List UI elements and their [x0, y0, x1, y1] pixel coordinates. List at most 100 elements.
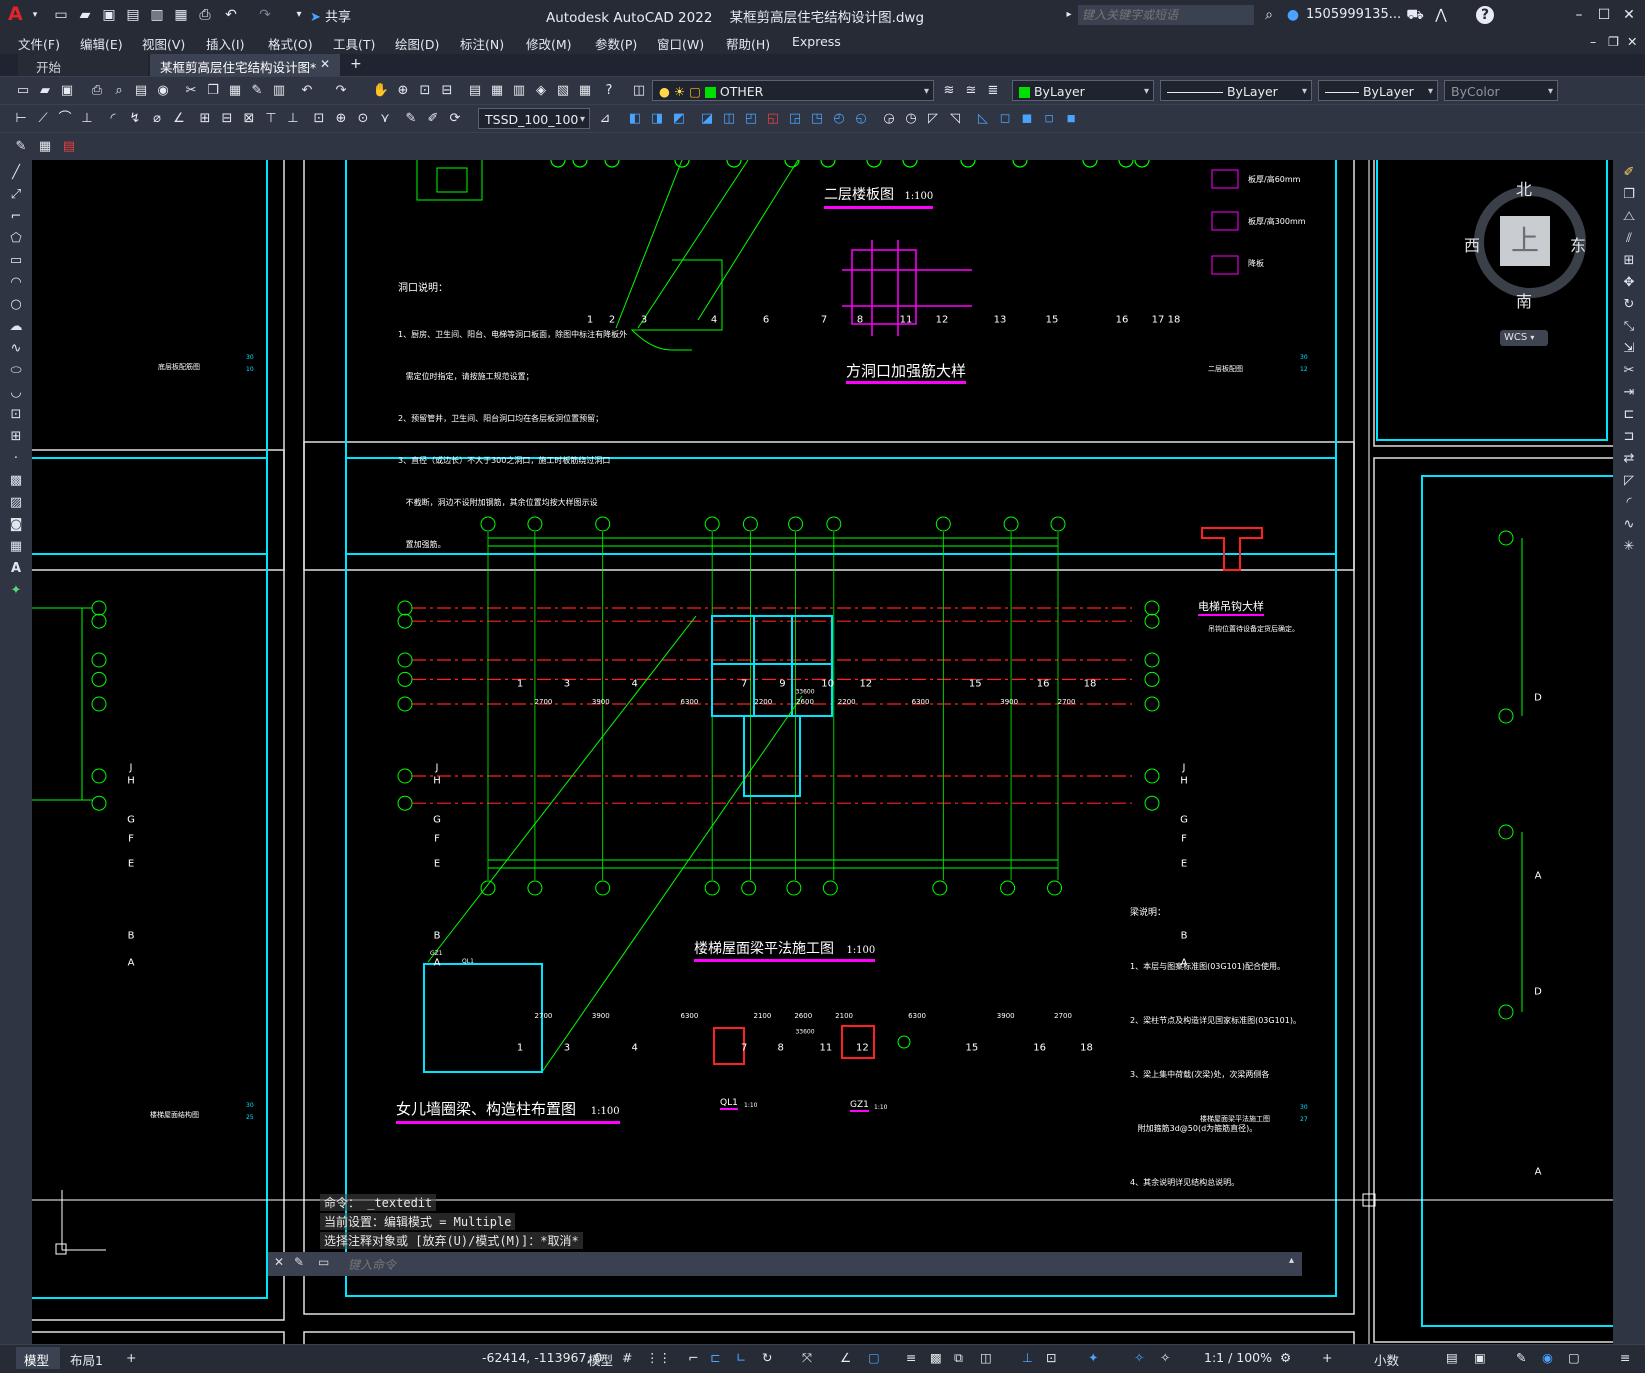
menu-draw[interactable]: 绘图(D) — [395, 34, 439, 53]
multiline-text-icon[interactable]: A — [7, 560, 25, 578]
jogged-icon[interactable]: ↯ — [126, 110, 144, 128]
linetype-dropdown[interactable]: ByLayer ▾ — [1160, 80, 1312, 101]
dimension-text-edit-icon[interactable]: ✐ — [424, 110, 442, 128]
autodesk-a360-icon[interactable]: ⋀ — [1432, 6, 1450, 24]
make-current-layer-icon[interactable]: ≋ — [940, 82, 958, 100]
erase-icon[interactable]: ✐ — [1620, 164, 1638, 182]
compass-east[interactable]: 东 — [1570, 232, 1586, 256]
plot-preview-icon[interactable]: ⌕ — [110, 82, 128, 100]
model-space-button[interactable]: 模型 — [588, 1350, 613, 1369]
dimension-style-dropdown[interactable]: TSSD_100_100 ▾ — [478, 108, 590, 129]
object-snap-tracking-icon[interactable]: ∠ — [840, 1350, 851, 1365]
snap-icon[interactable]: ⋮⋮ — [646, 1350, 671, 1365]
ortho-icon[interactable]: ∟ — [736, 1350, 746, 1365]
spline-icon[interactable]: ∿ — [7, 340, 25, 358]
offset-faces-icon[interactable]: ◰ — [742, 110, 760, 128]
lineweight-icon[interactable]: ≡ — [906, 1350, 916, 1365]
rotate-faces-icon[interactable]: ◲ — [786, 110, 804, 128]
open-folder-icon[interactable]: ▰ — [76, 6, 94, 24]
undo-icon[interactable]: ↶ — [222, 6, 240, 24]
search-icon[interactable]: ⌕ — [1260, 6, 1278, 24]
insert-block-icon[interactable]: ⊡ — [7, 406, 25, 424]
qnew-icon[interactable]: ▭ — [14, 82, 32, 100]
scale-icon[interactable]: ⤡ — [1620, 318, 1638, 336]
compass-west[interactable]: 西 — [1464, 232, 1480, 256]
table-style-icon[interactable]: ▦ — [36, 138, 54, 156]
line-icon[interactable]: ╱ — [7, 164, 25, 182]
undo-icon[interactable]: ↶ — [298, 82, 316, 100]
zoom-previous-icon[interactable]: ⊟ — [438, 82, 456, 100]
intersect-icon[interactable]: ◩ — [670, 110, 688, 128]
layer-properties-icon[interactable]: ◫ — [630, 82, 648, 100]
dynamic-input-icon[interactable]: ⊏ — [710, 1350, 720, 1365]
color-dropdown[interactable]: ByLayer ▾ — [1012, 80, 1154, 101]
command-history-toggle-icon[interactable]: ▴ — [1289, 1255, 1294, 1266]
units-button[interactable]: 小数 — [1374, 1350, 1399, 1369]
copy-icon[interactable]: ❐ — [204, 82, 222, 100]
zoom-window-icon[interactable]: ⊡ — [416, 82, 434, 100]
arc-length-icon[interactable]: ⌒ — [56, 110, 74, 128]
baseline-icon[interactable]: ⊟ — [218, 110, 236, 128]
rectangle-icon[interactable]: ▭ — [7, 252, 25, 270]
copy-edges-icon[interactable]: ◶ — [880, 110, 898, 128]
subtract-icon[interactable]: ◨ — [648, 110, 666, 128]
search-expand-icon[interactable]: ▸ — [1060, 6, 1078, 24]
tolerance-icon[interactable]: ⊡ — [310, 110, 328, 128]
web-save-icon[interactable]: ▦ — [172, 6, 190, 24]
new-file-icon[interactable]: ▭ — [52, 6, 70, 24]
union-icon[interactable]: ◧ — [626, 110, 644, 128]
gizmo-icon[interactable]: ✦ — [1088, 1350, 1098, 1365]
trim-icon[interactable]: ✂ — [1620, 362, 1638, 380]
user-name[interactable]: 1505999135... — [1306, 7, 1401, 22]
user-icon[interactable]: ● — [1284, 6, 1302, 24]
app-logo[interactable]: A — [8, 3, 23, 25]
menu-window[interactable]: 窗口(W) — [657, 34, 704, 53]
separate-icon[interactable]: ◺ — [974, 110, 992, 128]
doc-minimize-icon[interactable]: – — [1590, 34, 1596, 49]
extend-icon[interactable]: ⇥ — [1620, 384, 1638, 402]
rotate-icon[interactable]: ↻ — [1620, 296, 1638, 314]
auto-scale-icon[interactable]: ✧ — [1160, 1350, 1170, 1365]
tab-layout1[interactable]: 布局1 — [62, 1347, 114, 1369]
properties-icon[interactable]: ▤ — [466, 82, 484, 100]
transparency-icon[interactable]: ▩ — [930, 1350, 942, 1365]
markup-icon[interactable]: ▧ — [554, 82, 572, 100]
close-icon[interactable]: ✕ — [1620, 6, 1638, 24]
customization-icon[interactable]: ≡ — [1620, 1350, 1630, 1365]
menu-help[interactable]: 帮助(H) — [726, 34, 770, 53]
cart-icon[interactable]: ⛟ — [1406, 6, 1424, 24]
taper-faces-icon[interactable]: ◳ — [808, 110, 826, 128]
color-edges-icon[interactable]: ◷ — [902, 110, 920, 128]
color-faces-icon[interactable]: ◵ — [852, 110, 870, 128]
compass-south[interactable]: 南 — [1516, 288, 1532, 312]
publish-icon[interactable]: ▤ — [132, 82, 150, 100]
redo-icon[interactable]: ↷ — [256, 6, 274, 24]
menu-parameter[interactable]: 参数(P) — [595, 34, 637, 53]
dimension-edit-icon[interactable]: ✎ — [402, 110, 420, 128]
radius-icon[interactable]: ◜ — [104, 110, 122, 128]
menu-view[interactable]: 视图(V) — [142, 34, 185, 53]
table-icon[interactable]: ▦ — [7, 538, 25, 556]
plot-icon[interactable]: ⎙ — [88, 82, 106, 100]
tab-start[interactable]: 开始 — [18, 54, 148, 76]
lineweight-dropdown[interactable]: ByLayer ▾ — [1318, 80, 1438, 101]
workspace-gear-icon[interactable]: ⚙ — [1280, 1350, 1291, 1365]
3d-osnap-icon[interactable]: ◫ — [980, 1350, 992, 1365]
fillet-icon[interactable]: ◜ — [1620, 494, 1638, 512]
chamfer-icon[interactable]: ◸ — [1620, 472, 1638, 490]
quick-dimension-icon[interactable]: ⊞ — [196, 110, 214, 128]
copy-faces-icon[interactable]: ◴ — [830, 110, 848, 128]
ellipse-icon[interactable]: ⬭ — [7, 362, 25, 380]
tab-model[interactable]: 模型 — [16, 1347, 60, 1369]
aligned-dimension-icon[interactable]: ⟋ — [34, 110, 52, 128]
arc-icon[interactable]: ◠ — [7, 274, 25, 292]
delete-faces-icon[interactable]: ◱ — [764, 110, 782, 128]
design-center-icon[interactable]: ▦ — [488, 82, 506, 100]
copy-object-icon[interactable]: ❐ — [1620, 186, 1638, 204]
circle-icon[interactable]: ○ — [7, 296, 25, 314]
add-selected-icon[interactable]: ✦ — [7, 582, 25, 600]
isodraft-icon[interactable]: ⤧ — [802, 1350, 812, 1366]
viewcube[interactable]: 上 北 南 西 东 WCS ▾ — [1464, 170, 1586, 346]
selection-filter-icon[interactable]: ⊡ — [1046, 1350, 1056, 1365]
command-input[interactable] — [346, 1254, 1290, 1276]
